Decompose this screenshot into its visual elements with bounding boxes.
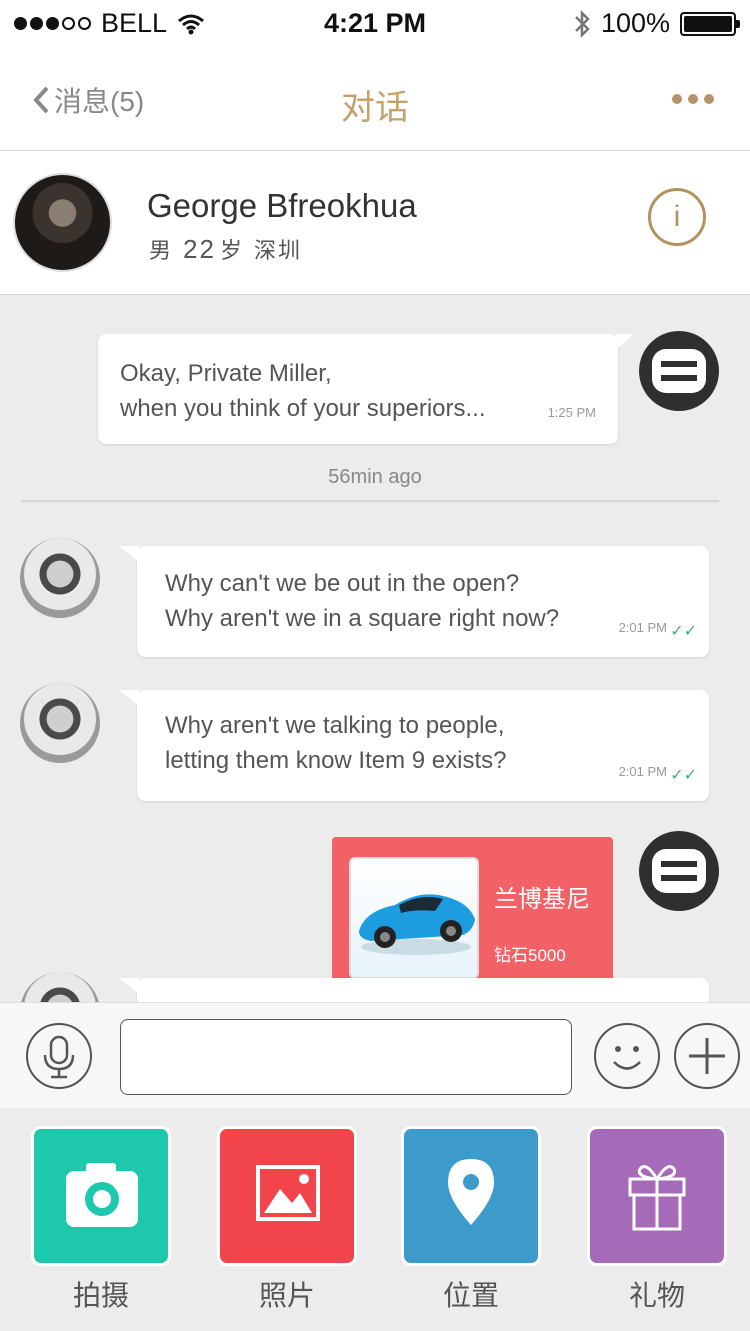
message-bubble-incoming[interactable]: Why aren't we talking to people, letting…: [119, 690, 709, 801]
microphone-icon: [43, 1035, 75, 1079]
gift-icon: [628, 1165, 686, 1231]
read-check-icon: ✓✓: [670, 623, 697, 640]
bluetooth-icon: [575, 9, 590, 38]
action-label: 礼物: [628, 1280, 685, 1311]
message-line: letting them know Item 9 exists?: [165, 747, 507, 774]
contact-meta: 男 22 岁深圳: [149, 233, 302, 265]
plus-icon: [689, 1038, 725, 1074]
message-text: Why can't we be out in the open? Why are…: [165, 566, 559, 636]
action-label: 照片: [258, 1280, 315, 1311]
contact-age: 22: [183, 234, 216, 264]
car-image: [349, 857, 479, 979]
voice-button[interactable]: [26, 1023, 92, 1089]
camera-icon: [66, 1163, 138, 1227]
contact-city: 深圳: [253, 238, 302, 263]
status-bar: BELL 4:21 PM 100%: [0, 0, 750, 50]
gift-tile[interactable]: [587, 1126, 727, 1266]
smiley-icon: [613, 1046, 641, 1070]
contact-avatar[interactable]: [13, 173, 112, 272]
battery-percent: 100%: [600, 8, 670, 38]
contact-name: George Bfreokhua: [147, 187, 417, 224]
contact-gender: 男: [149, 238, 174, 263]
more-icon[interactable]: [672, 94, 714, 104]
gift-price: 钻石5000: [494, 946, 566, 965]
action-label: 拍摄: [72, 1280, 129, 1311]
chat-screen: BELL 4:21 PM 100% 消息(5) 对话 George Bfreok…: [0, 0, 750, 1331]
action-gift[interactable]: 礼物: [587, 1126, 727, 1314]
photo-tile[interactable]: [217, 1126, 357, 1266]
my-avatar[interactable]: [639, 331, 719, 411]
message-line: Why aren't we in a square right now?: [165, 605, 560, 632]
message-line: Okay, Private Miller,: [120, 360, 332, 387]
message-line: when you think of your superiors...: [120, 395, 486, 422]
action-label: 位置: [442, 1280, 499, 1311]
battery-fill: [684, 15, 732, 32]
contact-message-avatar[interactable]: [20, 683, 100, 763]
message-line: Why can't we be out in the open?: [165, 570, 520, 597]
page-title: 对话: [341, 89, 409, 127]
message-line: Why aren't we talking to people,: [165, 712, 505, 739]
battery-icon: [680, 11, 740, 36]
message-list[interactable]: Okay, Private Miller, when you think of …: [0, 295, 750, 1002]
status-right: 100%: [573, 8, 740, 39]
contact-message-avatar[interactable]: [20, 538, 100, 618]
message-bubble-incoming[interactable]: [119, 978, 709, 1002]
my-avatar[interactable]: [639, 831, 719, 911]
time-divider-line: [21, 500, 719, 502]
gift-name: 兰博基尼: [494, 886, 590, 913]
message-bubble-outgoing[interactable]: Okay, Private Miller, when you think of …: [98, 334, 634, 444]
emoji-button[interactable]: [594, 1023, 660, 1089]
action-panel: 拍摄 照片 位置 礼物: [0, 1108, 750, 1331]
message-text: Why aren't we talking to people, letting…: [165, 708, 506, 778]
message-text: Okay, Private Miller, when you think of …: [120, 356, 486, 426]
message-timestamp: 1:25 PM: [547, 405, 596, 420]
action-photo[interactable]: 照片: [217, 1126, 357, 1314]
message-timestamp: 2:01 PM: [618, 620, 667, 635]
time-divider-label: 56min ago: [328, 466, 422, 488]
location-pin-icon: [448, 1159, 494, 1225]
info-button[interactable]: i: [648, 188, 706, 246]
contact-age-unit: 岁: [219, 238, 244, 263]
action-camera[interactable]: 拍摄: [31, 1126, 171, 1314]
nav-bar: 消息(5) 对话: [0, 50, 750, 150]
image-icon: [256, 1165, 320, 1221]
profile-header[interactable]: George Bfreokhua 男 22 岁深圳 i: [0, 150, 750, 295]
location-tile[interactable]: [401, 1126, 541, 1266]
message-bubble-incoming[interactable]: Why can't we be out in the open? Why are…: [119, 546, 709, 657]
camera-tile[interactable]: [31, 1126, 171, 1266]
car-icon: [359, 894, 475, 955]
message-timestamp: 2:01 PM: [618, 764, 667, 779]
action-location[interactable]: 位置: [401, 1126, 541, 1314]
input-bar: [0, 1002, 750, 1108]
contact-message-avatar[interactable]: [20, 972, 100, 1002]
message-input[interactable]: [120, 1019, 572, 1095]
read-check-icon: ✓✓: [670, 767, 697, 784]
add-button[interactable]: [674, 1023, 740, 1089]
